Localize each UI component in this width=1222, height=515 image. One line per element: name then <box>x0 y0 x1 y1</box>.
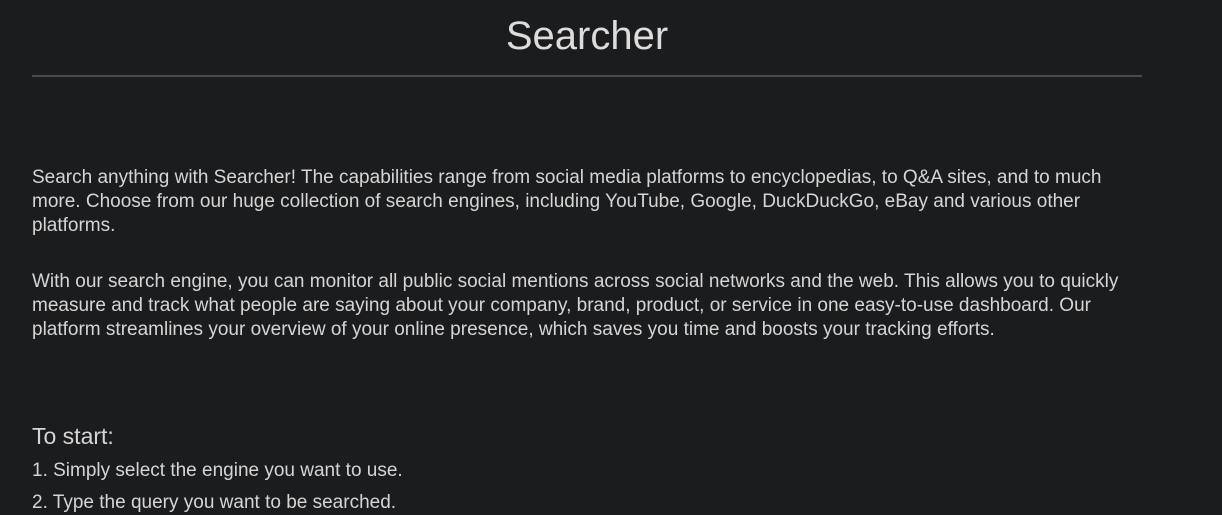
monitoring-paragraph: With our search engine, you can monitor … <box>32 271 1119 340</box>
page-header: Searcher <box>32 0 1142 77</box>
page-title: Searcher <box>505 14 669 58</box>
page: Searcher Search anything with Searcher! … <box>0 0 1222 515</box>
start-heading: To start: <box>32 423 114 449</box>
intro-section: Search anything with Searcher! The capab… <box>32 166 1147 342</box>
start-steps-list: 1. Simply select the engine you want to … <box>32 459 403 515</box>
start-step-1: 1. Simply select the engine you want to … <box>32 460 403 481</box>
intro-paragraph: Search anything with Searcher! The capab… <box>32 167 1102 236</box>
start-step-2: 2. Type the query you want to be searche… <box>32 492 397 513</box>
